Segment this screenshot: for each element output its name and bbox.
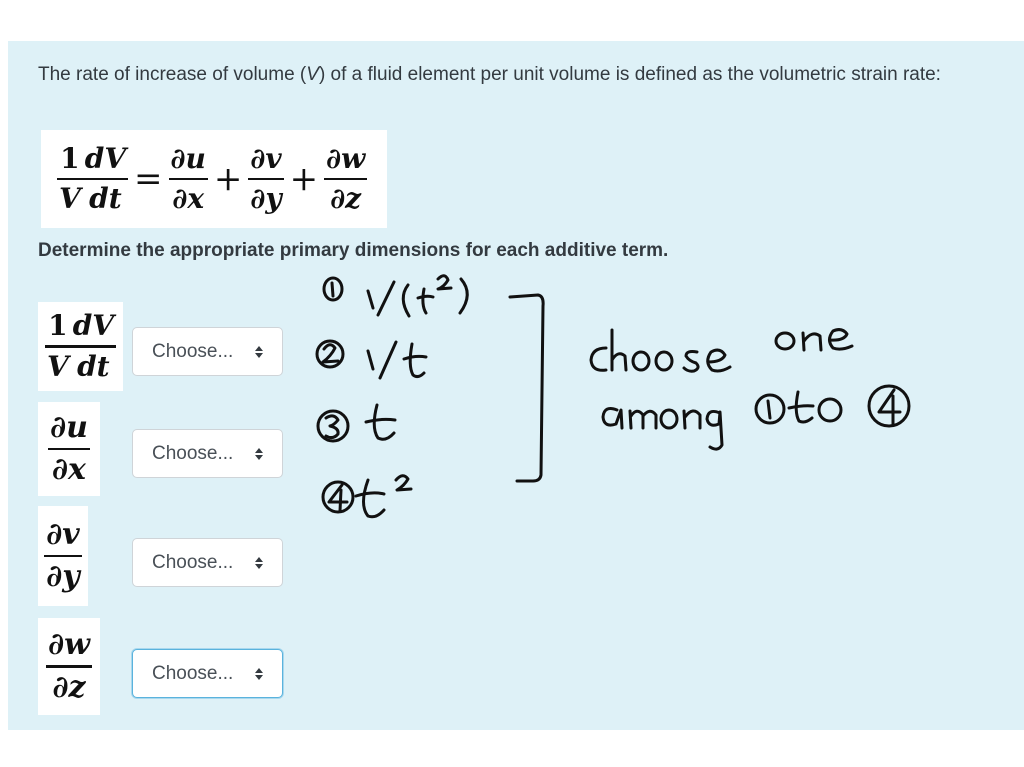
handwritten-option-1 [322,274,469,318]
handwritten-note-line2 [601,384,911,451]
handwritten-note-line1 [589,328,854,373]
handwritten-option-4 [321,474,413,519]
handwritten-option-3 [316,403,397,443]
handwritten-bracket [508,293,545,483]
handwritten-option-2 [315,339,428,380]
handwritten-annotations [315,274,911,519]
